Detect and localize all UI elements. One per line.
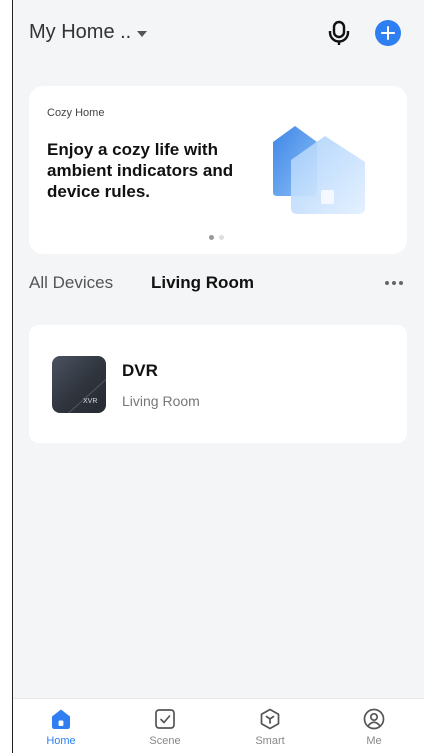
home-title: My Home .. — [29, 21, 132, 43]
banner-subtitle: Cozy Home — [47, 107, 105, 119]
more-horizontal-icon — [399, 281, 403, 285]
device-card-dvr[interactable]: XVR DVR Living Room — [29, 325, 407, 443]
bottom-tab-bar: Home Scene Smart Me — [13, 698, 424, 753]
device-name: DVR — [122, 361, 158, 380]
tabbar-label-scene: Scene — [149, 735, 181, 747]
pagination-dot-active — [209, 235, 214, 240]
pagination-dot — [219, 235, 224, 240]
tabbar-me[interactable]: Me — [339, 699, 409, 753]
tabbar-label-smart: Smart — [255, 735, 285, 747]
house-illustration-icon — [273, 126, 365, 214]
promo-banner[interactable]: Cozy Home Enjoy a cozy life with ambient… — [29, 86, 407, 254]
more-options-button[interactable] — [385, 275, 407, 291]
tab-all-devices[interactable]: All Devices — [29, 273, 113, 293]
banner-pagination — [209, 235, 224, 240]
add-button[interactable] — [375, 20, 401, 46]
room-tabs: All Devices Living Room — [29, 273, 407, 297]
banner-title: Enjoy a cozy life with ambient indicator… — [47, 140, 234, 201]
tabbar-label-home: Home — [46, 735, 76, 747]
microphone-icon — [328, 20, 350, 45]
device-room: Living Room — [122, 393, 200, 409]
tabbar-home[interactable]: Home — [26, 699, 96, 753]
tabbar-scene[interactable]: Scene — [130, 699, 200, 753]
tabbar-label-me: Me — [366, 735, 382, 747]
checkbox-icon — [155, 709, 175, 729]
header: My Home .. — [13, 0, 424, 68]
user-icon — [363, 708, 385, 730]
tabbar-smart[interactable]: Smart — [235, 699, 305, 753]
app-screen: My Home .. Cozy Home Enjoy a cozy life w… — [12, 0, 424, 753]
more-horizontal-icon — [385, 281, 389, 285]
device-badge: XVR — [83, 398, 98, 405]
home-selector[interactable]: My Home .. — [29, 21, 148, 44]
dvr-device-icon: XVR — [52, 356, 106, 413]
caret-down-icon — [137, 30, 148, 37]
more-horizontal-icon — [392, 281, 396, 285]
microphone-button[interactable] — [327, 20, 351, 46]
cube-icon — [260, 708, 280, 730]
home-icon — [52, 709, 70, 729]
tab-living-room[interactable]: Living Room — [151, 273, 254, 293]
